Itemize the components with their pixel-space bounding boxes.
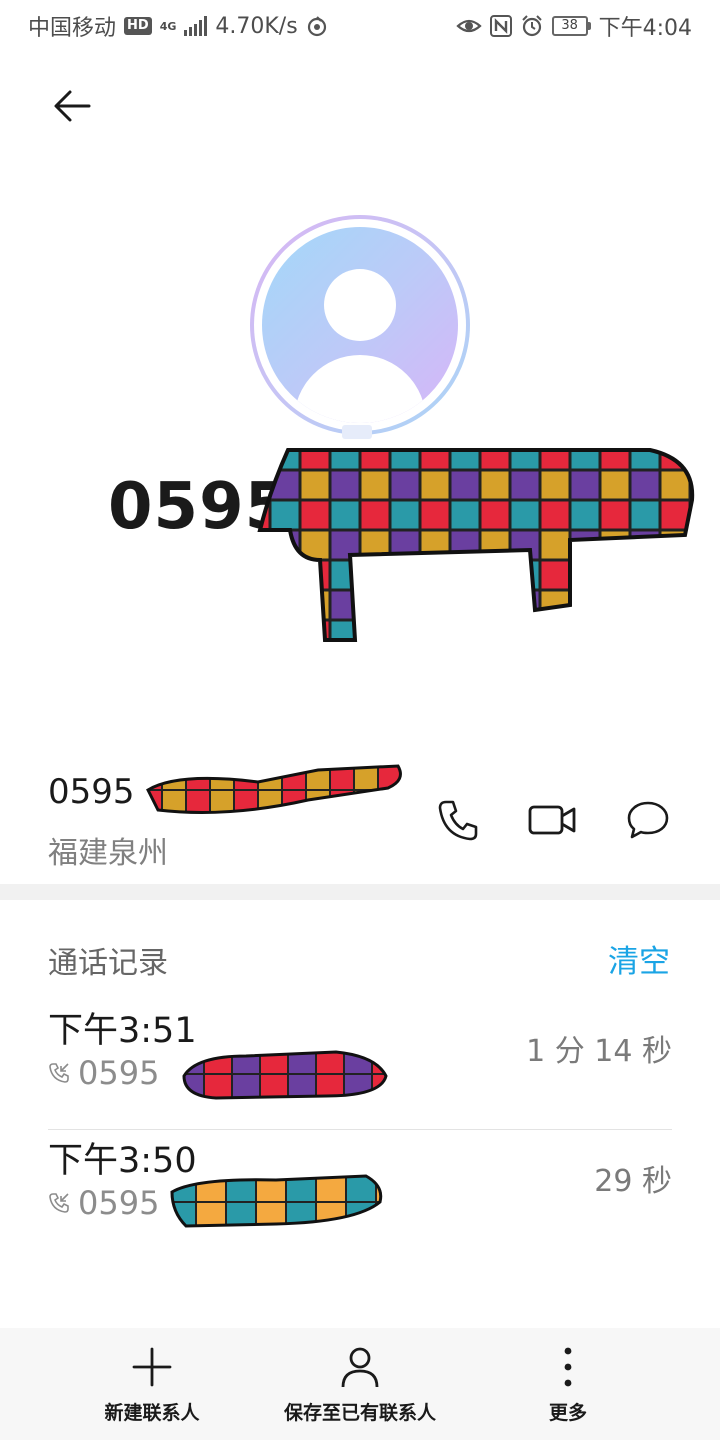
phone-location: 福建泉州 — [48, 836, 168, 871]
call-log-entry[interactable]: 下午3:50 0595 29 秒 — [48, 1132, 672, 1260]
call-number-text: 0595 — [78, 1054, 160, 1092]
bottom-action-bar: 新建联系人 保存至已有联系人 更多 — [0, 1328, 720, 1440]
hotspot-icon — [306, 15, 328, 37]
call-log-title: 通话记录 — [48, 946, 168, 981]
call-number: 0595 — [48, 1184, 159, 1222]
alarm-icon — [520, 14, 544, 38]
signal-icon — [184, 16, 208, 36]
call-time: 下午3:51 — [48, 1011, 197, 1051]
more-vertical-icon — [564, 1347, 572, 1387]
battery-level: 38 — [551, 16, 588, 36]
plus-icon — [132, 1347, 172, 1387]
more-label: 更多 — [548, 1402, 587, 1424]
avatar-indicator — [342, 425, 372, 439]
hd-icon: HD — [124, 17, 152, 35]
call-duration: 29 秒 — [594, 1164, 672, 1199]
call-button[interactable] — [430, 795, 486, 845]
chat-bubble-icon — [627, 801, 669, 839]
default-person-icon — [262, 227, 458, 423]
redaction-mark — [170, 1174, 383, 1228]
message-button[interactable] — [620, 795, 676, 845]
carrier-label: 中国移动 — [28, 16, 117, 41]
redaction-mark — [146, 764, 402, 814]
incoming-call-icon — [49, 1063, 69, 1083]
network-label: 4G — [159, 19, 177, 33]
phone-number: 0595 — [48, 772, 135, 812]
incoming-call-icon — [49, 1193, 69, 1213]
battery-icon: 38 — [551, 16, 591, 36]
new-contact-label: 新建联系人 — [104, 1402, 200, 1424]
eye-icon — [455, 16, 482, 36]
network-speed: 4.70K/s — [215, 13, 298, 39]
call-number-text: 0595 — [78, 1184, 160, 1222]
status-bar: 中国移动 HD 4G 4.70K/s 38 下午4:04 — [0, 0, 720, 52]
clear-call-log-button[interactable]: 清空 — [608, 936, 670, 981]
status-time: 下午4:04 — [598, 16, 692, 41]
call-number: 0595 — [48, 1054, 159, 1092]
phone-icon — [438, 800, 478, 841]
video-call-button[interactable] — [524, 795, 580, 845]
row-divider — [48, 1129, 672, 1130]
more-button[interactable]: 更多 — [528, 1342, 608, 1425]
redaction-mark — [182, 1050, 388, 1100]
section-divider — [0, 884, 720, 900]
video-camera-icon — [528, 805, 576, 835]
call-duration: 1 分 14 秒 — [526, 1034, 672, 1069]
call-log-entry[interactable]: 下午3:51 0595 1 分 14 秒 — [48, 1002, 672, 1130]
contact-avatar[interactable] — [250, 215, 470, 435]
network-type-icon: 4G — [160, 21, 177, 32]
save-to-existing-button[interactable]: 保存至已有联系人 — [270, 1342, 450, 1425]
new-contact-button[interactable]: 新建联系人 — [90, 1342, 214, 1425]
person-icon — [341, 1347, 379, 1388]
redaction-mark — [257, 448, 695, 642]
back-button[interactable] — [46, 80, 98, 132]
arrow-left-icon — [54, 90, 91, 122]
save-to-existing-label: 保存至已有联系人 — [283, 1402, 436, 1424]
nfc-icon — [489, 15, 512, 37]
